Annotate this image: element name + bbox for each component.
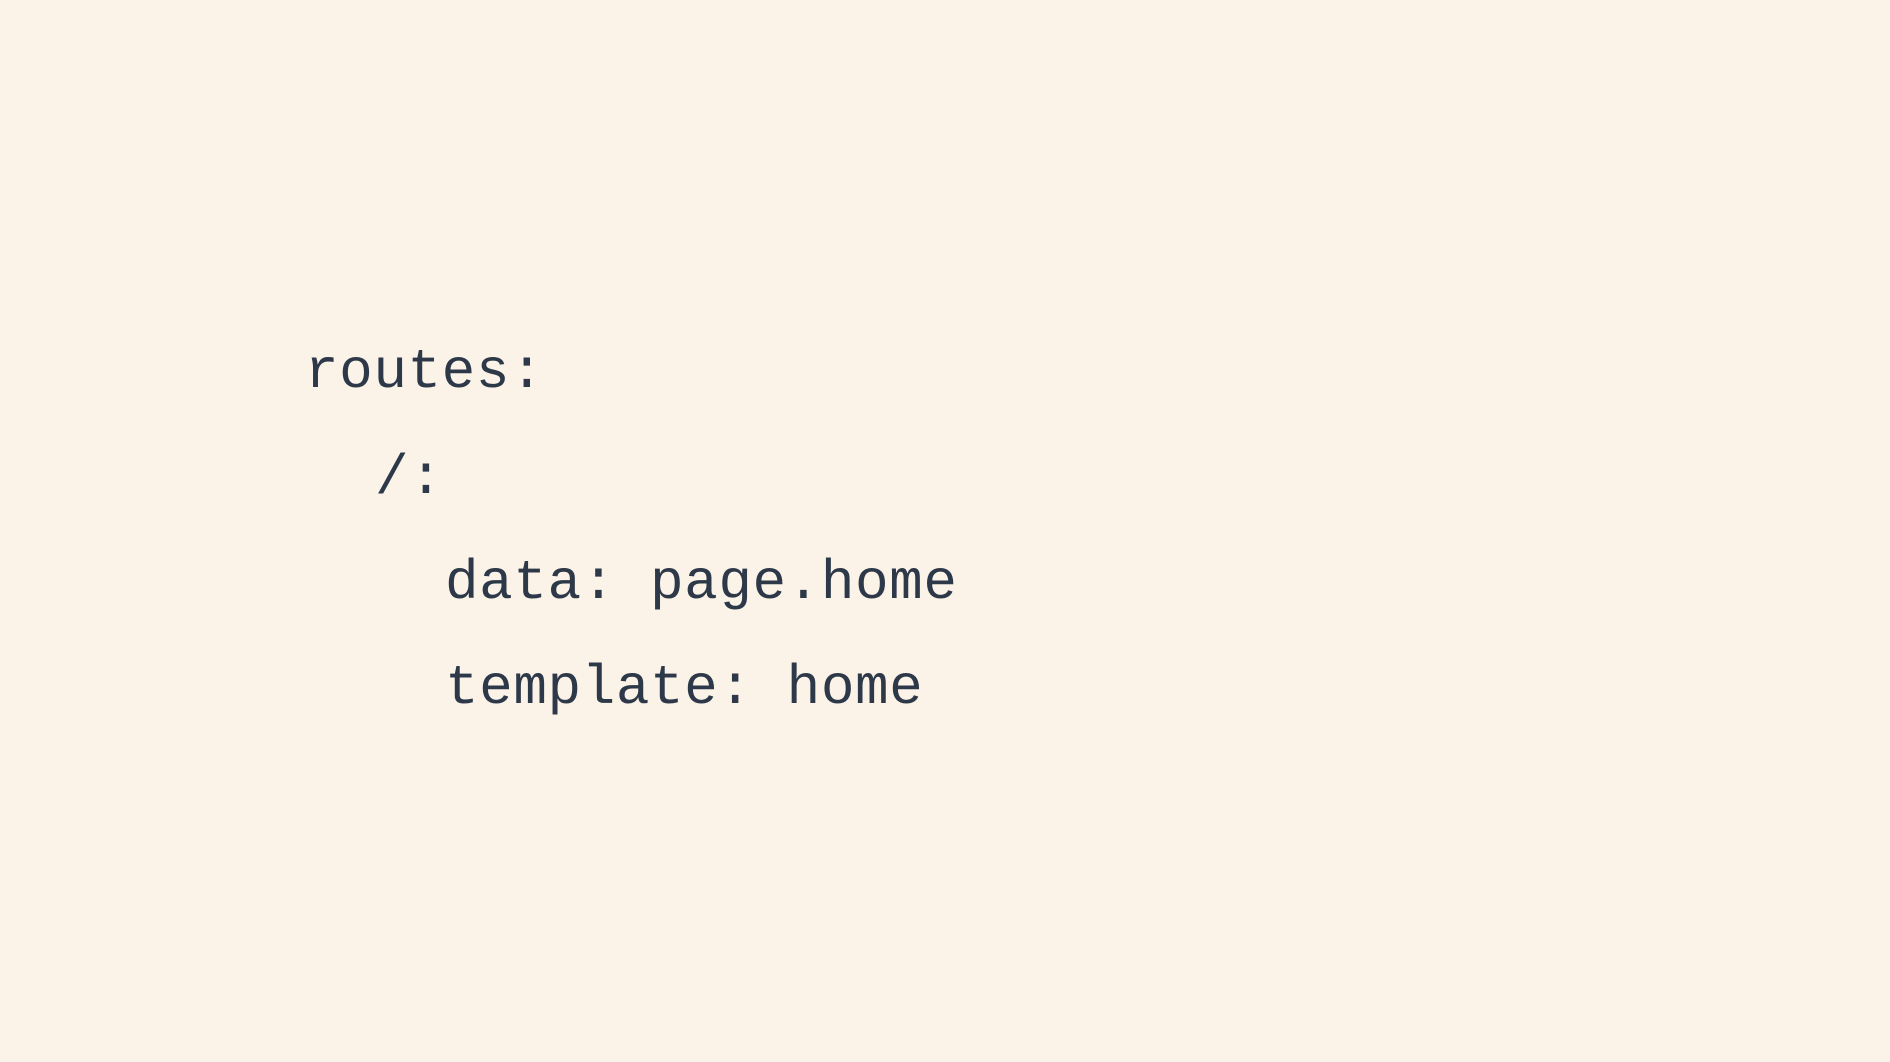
code-line-3: data: page.home <box>305 531 957 636</box>
code-line-2: /: <box>305 426 957 531</box>
code-line-4: template: home <box>305 636 957 741</box>
code-snippet: routes: /: data: page.home template: hom… <box>305 320 957 741</box>
code-line-1: routes: <box>305 320 957 425</box>
